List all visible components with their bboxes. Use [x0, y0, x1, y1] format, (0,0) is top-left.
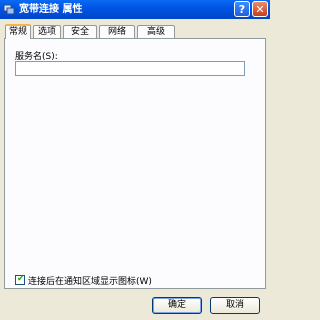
cancel-button[interactable]: 取消 [210, 297, 260, 314]
close-button[interactable]: ✕ [252, 1, 268, 17]
tab-advanced[interactable]: 高级 [137, 25, 175, 38]
help-button[interactable]: ? [234, 1, 250, 17]
notify-icon-checkbox[interactable]: ✔ [15, 274, 25, 285]
service-name-input[interactable] [15, 61, 245, 76]
properties-window: 宽带连接 属性 ? ✕ 常规 选项 安全 网络 高级 服务名(S): ✔ 连接后… [0, 0, 270, 320]
title-bar[interactable]: 宽带连接 属性 ? ✕ [0, 0, 270, 19]
network-connection-icon [3, 4, 15, 15]
window-title: 宽带连接 属性 [19, 4, 83, 15]
general-tab-panel: 服务名(S): ✔ 连接后在通知区域显示图标(W) [4, 38, 266, 289]
notify-icon-label[interactable]: 连接后在通知区域显示图标(W) [28, 274, 152, 287]
checkmark-icon: ✔ [17, 274, 25, 284]
tab-networking[interactable]: 网络 [99, 25, 135, 38]
tab-options[interactable]: 选项 [33, 25, 61, 38]
tab-general[interactable]: 常规 [5, 24, 31, 39]
tab-security[interactable]: 安全 [63, 25, 97, 38]
ok-button[interactable]: 确定 [152, 297, 202, 314]
